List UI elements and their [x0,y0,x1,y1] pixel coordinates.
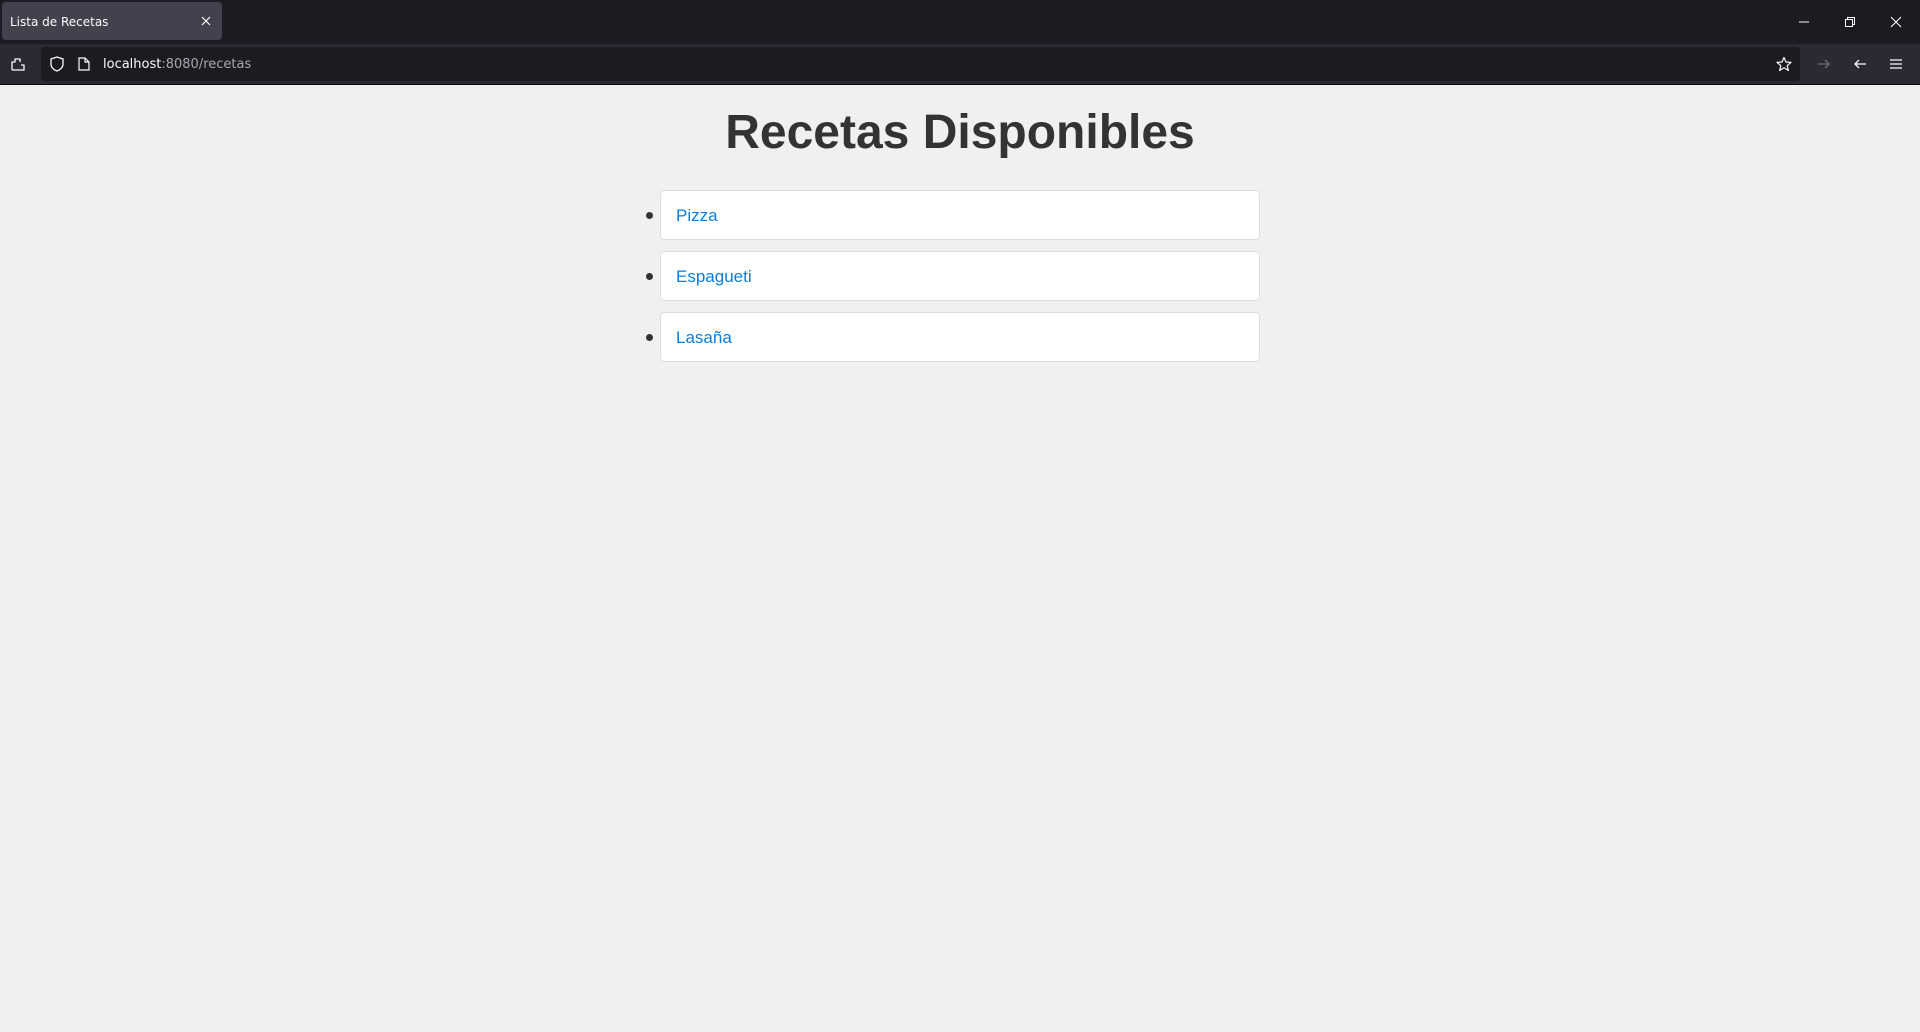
navigation-bar: localhost:8080/recetas [0,44,1920,84]
list-item: Lasaña [646,312,1260,362]
menu-icon[interactable] [1880,48,1912,80]
bullet-icon [646,334,653,341]
bookmark-star-icon[interactable] [1768,48,1800,80]
close-window-icon[interactable] [1874,6,1918,38]
page-content: Recetas Disponibles Pizza Espagueti Lasa… [0,85,1920,1032]
forward-icon[interactable] [1808,48,1840,80]
list-item: Pizza [646,190,1260,240]
recipe-list: Pizza Espagueti Lasaña [646,190,1260,373]
url-path: :8080/recetas [161,57,252,72]
back-icon[interactable] [1844,48,1876,80]
tab-lista-de-recetas[interactable]: Lista de Recetas [2,2,222,40]
minimize-icon[interactable] [1782,6,1826,38]
list-item: Espagueti [646,251,1260,301]
browser-chrome: Lista de Recetas localhost:8080/recetas [0,0,1920,85]
tab-strip: Lista de Recetas [0,0,1920,44]
recipe-link-lasana[interactable]: Lasaña [676,328,732,348]
extensions-icon[interactable] [2,48,34,80]
recipe-link-pizza[interactable]: Pizza [676,206,718,226]
url-text[interactable]: localhost:8080/recetas [103,57,251,72]
page-title: Recetas Disponibles [725,106,1195,159]
recipe-link-espagueti[interactable]: Espagueti [676,267,752,287]
url-host: localhost [103,57,162,72]
url-bar[interactable]: localhost:8080/recetas [41,47,1800,81]
bullet-icon [646,273,653,280]
tab-title: Lista de Recetas [10,15,109,29]
bullet-icon [646,212,653,219]
restore-icon[interactable] [1828,6,1872,38]
close-tab-icon[interactable] [196,11,216,31]
page-icon [68,48,100,80]
